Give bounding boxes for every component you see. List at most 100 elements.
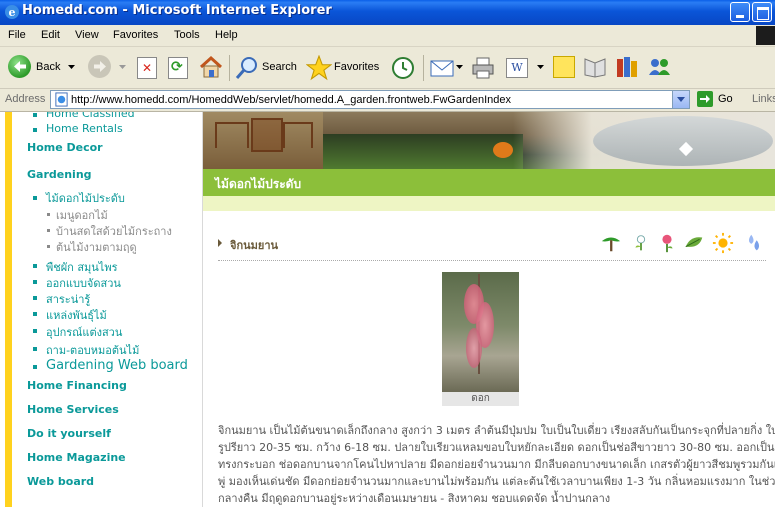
go-label[interactable]: Go	[718, 93, 733, 105]
history-icon	[392, 57, 414, 79]
bullet-icon	[33, 280, 37, 284]
water-drop-icon[interactable]	[743, 232, 765, 254]
ie-icon: e	[5, 5, 19, 19]
title-bar[interactable]: e Homedd.com - Microsoft Internet Explor…	[0, 0, 775, 25]
menu-bar: File Edit View Favorites Tools Help	[0, 25, 775, 47]
photo-caption: ดอก	[442, 392, 519, 406]
bullet-icon	[33, 264, 37, 268]
sidebar-home-decor[interactable]: Home Decor	[27, 141, 103, 154]
people-icon	[649, 59, 670, 75]
bullet-icon	[33, 113, 37, 117]
address-dropdown-button[interactable]	[672, 91, 689, 108]
bullet-icon	[33, 347, 37, 351]
address-url: http://www.homedd.com/HomeddWeb/servlet/…	[71, 94, 512, 106]
research-icon	[584, 58, 606, 78]
discuss-button[interactable]	[551, 51, 577, 83]
sidebar-home-financing[interactable]: Home Financing	[27, 379, 127, 392]
category-title: ไม้ดอกไม้ประดับ	[215, 177, 302, 191]
mail-button[interactable]	[429, 51, 465, 83]
sidebar-web-board[interactable]: Web board	[27, 475, 94, 488]
flower-pot-icon[interactable]	[630, 232, 652, 254]
home-icon	[199, 55, 223, 78]
maximize-button[interactable]	[752, 2, 772, 22]
contacts-button[interactable]	[646, 51, 674, 83]
description-line: ทรงกระบอก ช่อดอกบานจากโคนไปหาปลาย มีดอกย…	[218, 458, 775, 471]
bullet-icon	[47, 213, 50, 216]
print-button[interactable]	[470, 51, 496, 83]
history-button[interactable]	[390, 51, 418, 83]
bullet-icon	[33, 296, 37, 300]
back-label: Back	[36, 61, 61, 73]
description-line: กลางคืน มีฤดูดอกบานอยู่ระหว่างเดือนเมษาย…	[218, 492, 611, 505]
rose-icon[interactable]	[656, 232, 678, 254]
bullet-icon	[47, 245, 50, 248]
sidebar-item-garden-tools[interactable]: อุปกรณ์แต่งสวน	[46, 323, 122, 341]
dotted-divider	[218, 260, 766, 261]
minimize-icon	[736, 15, 744, 18]
sidebar-item-home-classified[interactable]: Home Classified	[46, 112, 135, 120]
tree-icon[interactable]	[600, 232, 622, 254]
toolbar: Back ✕ ⟳ Search Favorites W	[0, 47, 775, 89]
menu-tools[interactable]: Tools	[174, 29, 200, 41]
minimize-button[interactable]	[730, 2, 750, 22]
leaf-icon[interactable]	[683, 232, 705, 254]
bullet-icon	[33, 128, 37, 132]
address-label: Address	[5, 93, 46, 105]
plant-name: จิกนมยาน	[230, 239, 279, 252]
favorites-button[interactable]: Favorites	[306, 51, 384, 83]
note-icon	[553, 56, 575, 78]
menu-favorites[interactable]: Favorites	[113, 29, 158, 41]
sidebar-item-tree-doctor-qa[interactable]: ถาม-ตอบหมอต้นไม้	[46, 341, 139, 359]
go-arrow-icon	[700, 95, 710, 103]
menu-edit[interactable]: Edit	[41, 29, 60, 41]
bullet-icon	[33, 312, 37, 316]
garden-banner-image	[203, 112, 775, 169]
bullet-icon	[33, 365, 37, 369]
description-line: จิกนมยาน เป็นไม้ต้นขนาดเล็กถึงกลาง สูงกว…	[218, 424, 775, 437]
search-icon	[235, 57, 257, 79]
sidebar-item-home-rentals[interactable]: Home Rentals	[46, 122, 123, 135]
arrow-right-icon	[218, 239, 222, 247]
address-input[interactable]: http://www.homedd.com/HomeddWeb/servlet/…	[50, 90, 690, 109]
window-title: Homedd.com - Microsoft Internet Explorer	[22, 3, 332, 18]
toolbar-separator	[423, 55, 424, 81]
sidebar-do-it-yourself[interactable]: Do it yourself	[27, 427, 111, 440]
sidebar-home-services[interactable]: Home Services	[27, 403, 119, 416]
menu-view[interactable]: View	[75, 29, 99, 41]
sidebar-gardening[interactable]: Gardening	[27, 168, 92, 181]
go-button[interactable]	[697, 91, 713, 107]
web-page: Home Classified Home Rentals Home Decor …	[0, 112, 775, 507]
svg-text:e: e	[9, 6, 16, 19]
description-line: รูปรียาว 20-35 ซม. กว้าง 6-18 ซม. ปลายใบ…	[218, 441, 775, 454]
refresh-button[interactable]: ⟳	[166, 51, 190, 83]
search-button[interactable]: Search	[234, 51, 300, 83]
sidebar-subitem-seasonal-trees[interactable]: ต้นไม้งามตามฤดู	[56, 238, 137, 256]
stop-icon: ✕	[137, 57, 157, 79]
mail-icon	[430, 60, 454, 77]
plant-description: จิกนมยาน เป็นไม้ต้นขนาดเล็กถึงกลาง สูงกว…	[218, 422, 775, 507]
plant-photo	[442, 272, 519, 392]
sidebar-item-plant-sources[interactable]: แหล่งพันธุ์ไม้	[46, 306, 107, 324]
left-stripe	[0, 112, 18, 507]
books-icon	[617, 57, 637, 77]
sidebar-item-ornamental[interactable]: ไม้ดอกไม้ประดับ	[46, 189, 125, 207]
search-label: Search	[262, 61, 297, 73]
forward-button[interactable]	[86, 51, 128, 83]
home-button[interactable]	[197, 51, 225, 83]
messenger-button[interactable]	[614, 51, 642, 83]
back-button[interactable]: Back	[6, 51, 78, 83]
toolbar-separator	[229, 55, 230, 81]
favorites-label: Favorites	[334, 61, 380, 73]
menu-help[interactable]: Help	[215, 29, 238, 41]
sun-icon[interactable]	[712, 232, 734, 254]
links-label[interactable]: Links	[752, 93, 775, 105]
sidebar-home-magazine[interactable]: Home Magazine	[27, 451, 126, 464]
edit-button[interactable]: W	[504, 51, 546, 83]
maximize-icon	[757, 7, 769, 20]
research-button[interactable]	[582, 51, 610, 83]
stop-button[interactable]: ✕	[135, 51, 159, 83]
sidebar-item-gardening-webboard[interactable]: Gardening Web board	[46, 358, 188, 373]
menu-file[interactable]: File	[8, 29, 26, 41]
refresh-icon: ⟳	[168, 57, 188, 79]
address-bar: Address http://www.homedd.com/HomeddWeb/…	[0, 89, 775, 112]
